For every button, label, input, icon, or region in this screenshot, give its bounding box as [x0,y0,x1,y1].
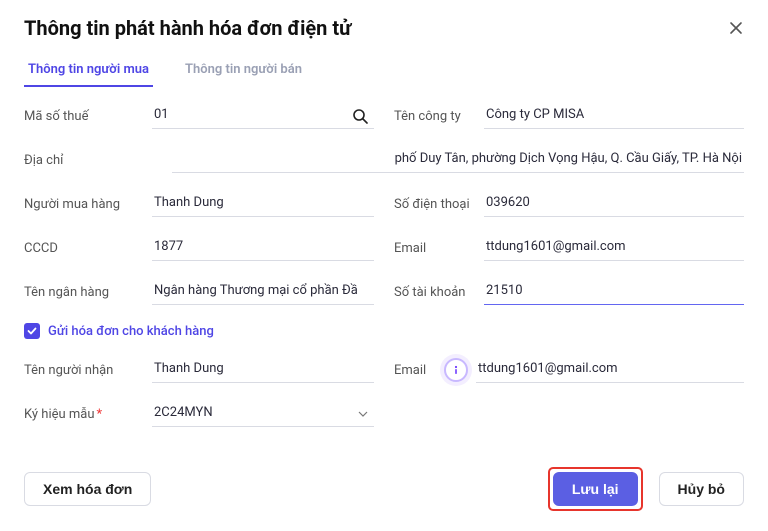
tax-code-input[interactable] [152,103,374,129]
label-tax-code: Mã số thuế [24,109,152,124]
label-email: Email [394,241,484,256]
send-invoice-checkbox[interactable]: Gửi hóa đơn cho khách hàng [24,323,744,339]
tab-seller[interactable]: Thông tin người bán [181,56,306,87]
send-invoice-label: Gửi hóa đơn cho khách hàng [48,324,214,339]
label-recipient-email: Email [394,363,444,378]
citizen-id-input[interactable] [152,235,374,261]
tab-buyer[interactable]: Thông tin người mua [24,56,153,87]
form-code-select[interactable] [152,401,374,427]
save-button-highlight: Lưu lại [548,467,643,511]
company-input[interactable] [484,103,744,129]
save-button[interactable]: Lưu lại [553,472,638,506]
account-no-input[interactable] [484,279,744,305]
einvoice-modal: Thông tin phát hành hóa đơn điện tử Thôn… [0,0,768,531]
tabs: Thông tin người mua Thông tin người bán [24,56,744,87]
label-phone: Số điện thoại [394,197,484,212]
cancel-button[interactable]: Hủy bỏ [659,472,744,506]
modal-title: Thông tin phát hành hóa đơn điện tử [24,16,351,40]
info-icon[interactable] [444,358,468,382]
check-icon [24,323,40,339]
email-input[interactable] [484,235,744,261]
modal-footer: Xem hóa đơn Lưu lại Hủy bỏ [24,467,744,511]
label-buyer-name: Người mua hàng [24,197,152,212]
modal-header: Thông tin phát hành hóa đơn điện tử [24,16,744,40]
recipient-email-input[interactable] [476,357,744,383]
label-bank: Tên ngân hàng [24,285,152,300]
recipient-input[interactable] [152,357,374,383]
form-buyer: Mã số thuế Tên công ty Địa chỉ [24,103,744,427]
label-form-code: Ký hiệu mẫu [24,407,152,422]
phone-input[interactable] [484,191,744,217]
label-company: Tên công ty [394,109,484,124]
close-icon[interactable] [728,20,744,36]
label-account-no: Số tài khoản [394,285,484,300]
address-input[interactable] [172,147,744,173]
label-recipient: Tên người nhận [24,363,152,378]
bank-name-input[interactable] [152,279,374,305]
view-invoice-button[interactable]: Xem hóa đơn [24,472,151,506]
form-code-value[interactable] [152,401,374,427]
buyer-name-input[interactable] [152,191,374,217]
label-address: Địa chỉ [24,153,152,168]
label-citizen-id: CCCD [24,241,152,256]
